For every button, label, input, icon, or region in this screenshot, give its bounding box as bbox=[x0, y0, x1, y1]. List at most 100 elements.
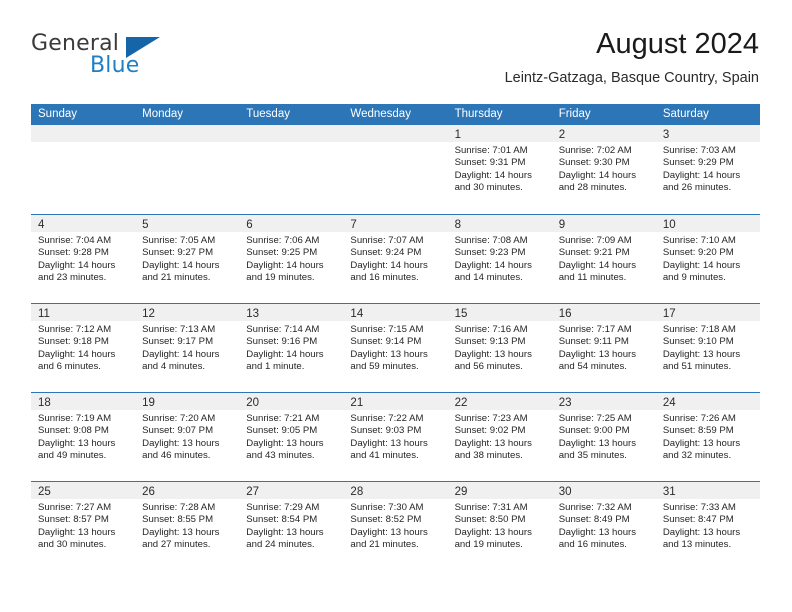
calendar-day-cell[interactable]: 8 Sunrise: 7:08 AM Sunset: 9:23 PM Daylight… bbox=[447, 215, 552, 303]
day-sun-info: Sunrise: 7:20 AM Sunset: 9:07 PM Daylight:… bbox=[135, 410, 239, 463]
calendar-day-cell[interactable]: 5 Sunrise: 7:05 AM Sunset: 9:27 PM Daylight… bbox=[135, 215, 240, 303]
sunset-text: Sunset: 8:54 PM bbox=[246, 514, 318, 526]
calendar-day-cell[interactable]: 23 Sunrise: 7:25 AM Sunset: 9:00 PM Dayligh… bbox=[551, 393, 656, 481]
sunrise-text: Sunrise: 7:01 AM bbox=[454, 145, 528, 156]
day-sun-info: Sunrise: 7:31 AM Sunset: 8:50 PM Daylight:… bbox=[448, 499, 552, 552]
calendar-day-cell[interactable]: 4 Sunrise: 7:04 AM Sunset: 9:28 PM Daylight… bbox=[31, 215, 136, 303]
weekday-header-sunday: Sunday bbox=[38, 108, 78, 120]
sunrise-text: Sunrise: 7:29 AM bbox=[246, 502, 320, 513]
day-number: 18 bbox=[38, 397, 51, 409]
day-number-band: 21 bbox=[343, 393, 448, 410]
day-number-band: 20 bbox=[239, 393, 344, 410]
calendar-day-cell[interactable]: 13 Sunrise: 7:14 AM Sunset: 9:16 PM Dayligh… bbox=[239, 304, 344, 392]
day-number-band: 23 bbox=[551, 393, 656, 410]
day-number-band: 3 bbox=[655, 125, 760, 142]
calendar-day-cell[interactable]: 30 Sunrise: 7:32 AM Sunset: 8:49 PM Dayligh… bbox=[551, 482, 656, 570]
day-sun-info: Sunrise: 7:10 AM Sunset: 9:20 PM Daylight:… bbox=[656, 232, 760, 285]
day-number-band: 1 bbox=[447, 125, 552, 142]
day-sun-info: Sunrise: 7:19 AM Sunset: 9:08 PM Daylight:… bbox=[31, 410, 135, 463]
calendar-day-cell[interactable]: 7 Sunrise: 7:07 AM Sunset: 9:24 PM Daylight… bbox=[343, 215, 448, 303]
calendar-day-cell-empty bbox=[31, 125, 136, 214]
day-number: 20 bbox=[246, 397, 260, 409]
calendar-day-cell[interactable]: 2 Sunrise: 7:02 AM Sunset: 9:30 PM Daylight… bbox=[551, 125, 656, 214]
calendar-day-cell[interactable]: 15 Sunrise: 7:16 AM Sunset: 9:13 PM Dayligh… bbox=[447, 304, 552, 392]
sunset-text: Sunset: 9:28 PM bbox=[38, 247, 109, 259]
daylight-text: Daylight: 14 hours and 11 minutes. bbox=[558, 259, 637, 284]
day-number: 23 bbox=[558, 397, 572, 409]
calendar-day-cell[interactable]: 17 Sunrise: 7:18 AM Sunset: 9:10 PM Dayligh… bbox=[655, 304, 760, 392]
calendar-day-cell[interactable]: 11 Sunrise: 7:12 AM Sunset: 9:18 PM Dayligh… bbox=[31, 304, 136, 392]
sunrise-text: Sunrise: 7:06 AM bbox=[246, 235, 320, 246]
sunrise-text: Sunrise: 7:20 AM bbox=[142, 413, 216, 424]
calendar-day-cell[interactable]: 27 Sunrise: 7:29 AM Sunset: 8:54 PM Dayligh… bbox=[239, 482, 344, 570]
daylight-text: Daylight: 13 hours and 30 minutes. bbox=[38, 526, 116, 551]
day-number-band: 12 bbox=[135, 304, 240, 321]
calendar-day-cell[interactable]: 12 Sunrise: 7:13 AM Sunset: 9:17 PM Dayligh… bbox=[135, 304, 240, 392]
calendar-day-cell[interactable]: 14 Sunrise: 7:15 AM Sunset: 9:14 PM Dayligh… bbox=[343, 304, 448, 392]
sunset-text: Sunset: 8:49 PM bbox=[558, 514, 630, 526]
day-number: 31 bbox=[662, 486, 676, 498]
day-number: 30 bbox=[558, 486, 572, 498]
day-number: 15 bbox=[454, 308, 468, 320]
calendar-day-cell[interactable]: 24 Sunrise: 7:26 AM Sunset: 8:59 PM Dayligh… bbox=[655, 393, 760, 481]
calendar-day-cell[interactable]: 9 Sunrise: 7:09 AM Sunset: 9:21 PM Daylight… bbox=[551, 215, 656, 303]
calendar-day-cell[interactable]: 26 Sunrise: 7:28 AM Sunset: 8:55 PM Dayligh… bbox=[135, 482, 240, 570]
calendar-day-cell[interactable]: 1 Sunrise: 7:01 AM Sunset: 9:31 PM Daylight… bbox=[447, 125, 552, 214]
day-sun-info: Sunrise: 7:29 AM Sunset: 8:54 PM Daylight:… bbox=[239, 499, 343, 552]
day-number: 27 bbox=[246, 486, 260, 498]
daylight-text: Daylight: 14 hours and 28 minutes. bbox=[558, 169, 637, 194]
day-number-band: 22 bbox=[447, 393, 552, 410]
calendar-week-row: 25 Sunrise: 7:27 AM Sunset: 8:57 PM Dayligh… bbox=[31, 481, 760, 570]
brand-blue-text: Blue bbox=[90, 53, 140, 78]
sunset-text: Sunset: 8:57 PM bbox=[38, 514, 109, 526]
brand-logo[interactable]: General Blue bbox=[31, 31, 211, 87]
sunset-text: Sunset: 9:03 PM bbox=[350, 425, 422, 437]
day-sun-info: Sunrise: 7:26 AM Sunset: 8:59 PM Daylight:… bbox=[656, 410, 760, 463]
calendar-day-cell[interactable]: 22 Sunrise: 7:23 AM Sunset: 9:02 PM Dayligh… bbox=[447, 393, 552, 481]
day-sun-info: Sunrise: 7:04 AM Sunset: 9:28 PM Daylight:… bbox=[31, 232, 135, 285]
calendar-day-cell[interactable]: 3 Sunrise: 7:03 AM Sunset: 9:29 PM Daylight… bbox=[655, 125, 760, 214]
calendar-grid: Sunday Monday Tuesday Wednesday Thursday… bbox=[31, 104, 760, 570]
sunrise-text: Sunrise: 7:16 AM bbox=[454, 324, 528, 335]
calendar-day-cell[interactable]: 25 Sunrise: 7:27 AM Sunset: 8:57 PM Dayligh… bbox=[31, 482, 136, 570]
daylight-text: Daylight: 13 hours and 32 minutes. bbox=[662, 437, 741, 462]
calendar-day-cell[interactable]: 6 Sunrise: 7:06 AM Sunset: 9:25 PM Daylight… bbox=[239, 215, 344, 303]
calendar-day-cell[interactable]: 19 Sunrise: 7:20 AM Sunset: 9:07 PM Dayligh… bbox=[135, 393, 240, 481]
daylight-text: Daylight: 13 hours and 27 minutes. bbox=[142, 526, 220, 551]
daylight-text: Daylight: 13 hours and 59 minutes. bbox=[350, 348, 428, 373]
daylight-text: Daylight: 13 hours and 21 minutes. bbox=[350, 526, 428, 551]
sunset-text: Sunset: 8:52 PM bbox=[350, 514, 422, 526]
calendar-day-cell[interactable]: 18 Sunrise: 7:19 AM Sunset: 9:08 PM Dayligh… bbox=[31, 393, 136, 481]
daylight-text: Daylight: 14 hours and 21 minutes. bbox=[142, 259, 220, 284]
daylight-text: Daylight: 13 hours and 49 minutes. bbox=[38, 437, 116, 462]
day-number-band: 29 bbox=[447, 482, 552, 499]
calendar-day-cell[interactable]: 20 Sunrise: 7:21 AM Sunset: 9:05 PM Dayligh… bbox=[239, 393, 344, 481]
daylight-text: Daylight: 14 hours and 19 minutes. bbox=[246, 259, 324, 284]
day-number: 19 bbox=[142, 397, 155, 409]
day-number: 17 bbox=[662, 308, 676, 320]
day-number: 26 bbox=[142, 486, 155, 498]
daylight-text: Daylight: 13 hours and 16 minutes. bbox=[558, 526, 637, 551]
sunrise-text: Sunrise: 7:22 AM bbox=[350, 413, 424, 424]
daylight-text: Daylight: 14 hours and 9 minutes. bbox=[662, 259, 741, 284]
weekday-header-friday: Friday bbox=[558, 108, 591, 120]
day-number: 13 bbox=[246, 308, 260, 320]
calendar-day-cell[interactable]: 16 Sunrise: 7:17 AM Sunset: 9:11 PM Dayligh… bbox=[551, 304, 656, 392]
calendar-day-cell[interactable]: 28 Sunrise: 7:30 AM Sunset: 8:52 PM Dayligh… bbox=[343, 482, 448, 570]
day-sun-info: Sunrise: 7:08 AM Sunset: 9:23 PM Daylight:… bbox=[448, 232, 552, 285]
sunset-text: Sunset: 8:47 PM bbox=[662, 514, 734, 526]
weekday-header-thursday: Thursday bbox=[454, 108, 503, 120]
day-number-band: 14 bbox=[343, 304, 448, 321]
daylight-text: Daylight: 13 hours and 24 minutes. bbox=[246, 526, 324, 551]
sunset-text: Sunset: 9:07 PM bbox=[142, 425, 214, 437]
daylight-text: Daylight: 14 hours and 6 minutes. bbox=[38, 348, 116, 373]
calendar-day-cell[interactable]: 29 Sunrise: 7:31 AM Sunset: 8:50 PM Dayligh… bbox=[447, 482, 552, 570]
calendar-day-cell[interactable]: 21 Sunrise: 7:22 AM Sunset: 9:03 PM Dayligh… bbox=[343, 393, 448, 481]
sunrise-text: Sunrise: 7:18 AM bbox=[662, 324, 736, 335]
calendar-day-cell[interactable]: 10 Sunrise: 7:10 AM Sunset: 9:20 PM Dayligh… bbox=[655, 215, 760, 303]
calendar-day-cell[interactable]: 31 Sunrise: 7:33 AM Sunset: 8:47 PM Dayligh… bbox=[655, 482, 760, 570]
day-number-band: 28 bbox=[343, 482, 448, 499]
weekday-header-saturday: Saturday bbox=[662, 108, 709, 120]
daylight-text: Daylight: 14 hours and 4 minutes. bbox=[142, 348, 220, 373]
sunset-text: Sunset: 9:20 PM bbox=[662, 247, 734, 259]
